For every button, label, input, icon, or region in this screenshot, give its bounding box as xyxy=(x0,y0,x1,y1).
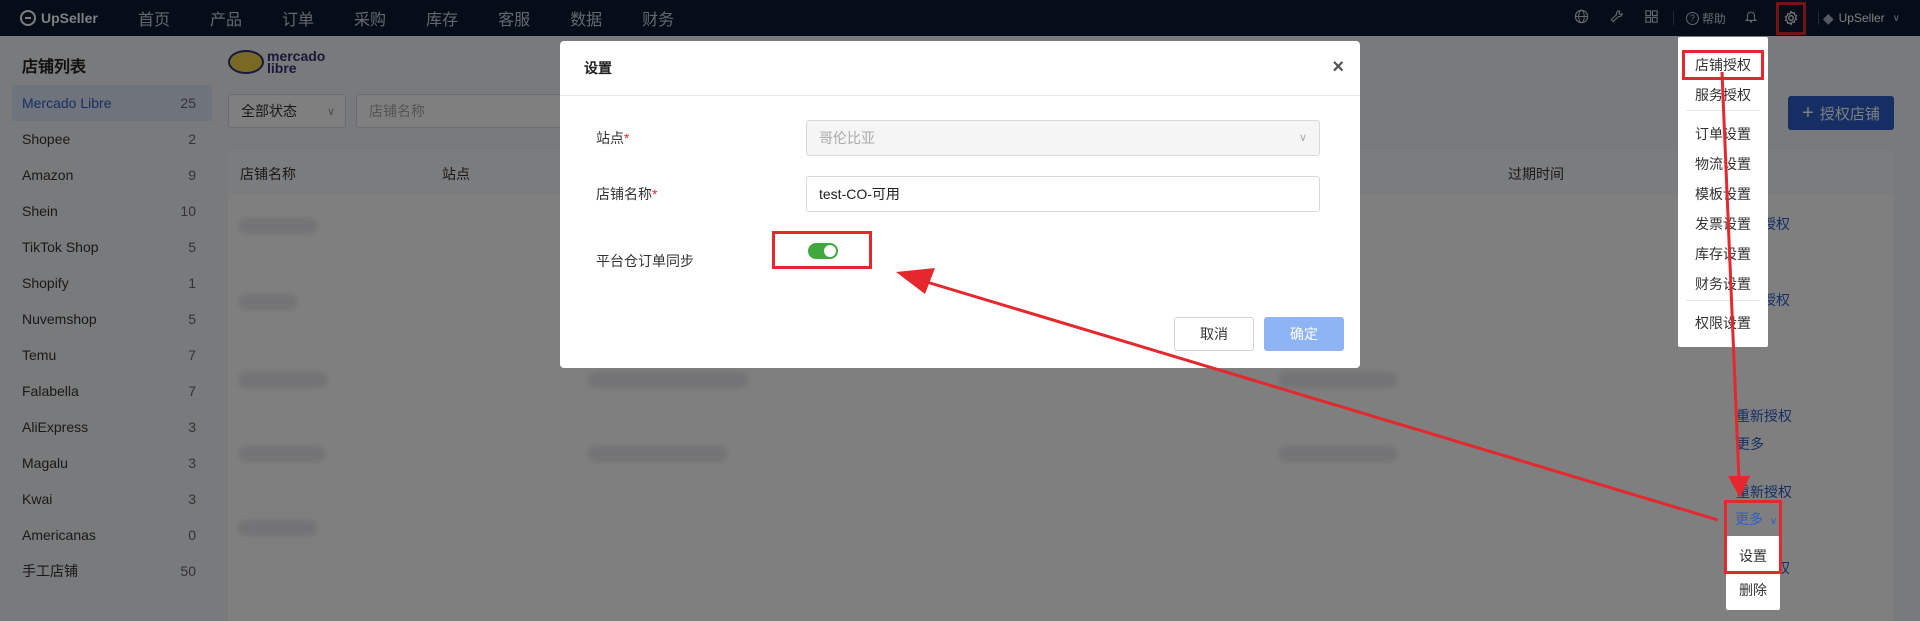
menu-service-authorization[interactable]: 服务授权 xyxy=(1678,85,1768,105)
confirm-button[interactable]: 确定 xyxy=(1264,317,1344,351)
menu-finance-settings[interactable]: 财务设置 xyxy=(1678,274,1768,294)
settings-dropdown: 店铺授权 服务授权 订单设置 物流设置 模板设置 发票设置 库存设置 财务设置 … xyxy=(1678,37,1768,347)
modal-header: 设置 × xyxy=(560,41,1360,96)
store-name-label: 店铺名称* xyxy=(596,184,806,204)
site-value: 哥伦比亚 xyxy=(819,130,875,146)
menu-template-settings[interactable]: 模板设置 xyxy=(1678,184,1768,204)
site-select: 哥伦比亚 ∨ xyxy=(806,120,1320,156)
site-row: 站点* 哥伦比亚 ∨ xyxy=(596,120,1320,156)
close-icon[interactable]: × xyxy=(1332,57,1344,77)
menu-order-settings[interactable]: 订单设置 xyxy=(1678,124,1768,144)
store-name-label-text: 店铺名称 xyxy=(596,186,652,202)
store-name-row: 店铺名称* test-CO-可用 xyxy=(596,176,1320,212)
required-mark: * xyxy=(652,186,658,202)
menu-logistics-settings[interactable]: 物流设置 xyxy=(1678,154,1768,174)
cancel-button[interactable]: 取消 xyxy=(1174,317,1254,351)
menu-divider xyxy=(1686,110,1760,111)
menu-inventory-settings[interactable]: 库存设置 xyxy=(1678,244,1768,264)
chevron-down-icon: ∨ xyxy=(1298,132,1307,144)
menu-delete[interactable]: 删除 xyxy=(1726,580,1780,600)
required-mark: * xyxy=(624,130,630,146)
site-label-text: 站点 xyxy=(596,130,624,146)
settings-modal: 设置 × 站点* 哥伦比亚 ∨ 店铺名称* test-CO-可用 平台仓订单同步… xyxy=(560,41,1360,368)
modal-title: 设置 xyxy=(584,60,612,76)
site-label: 站点* xyxy=(596,128,806,148)
platform-warehouse-sync-toggle[interactable] xyxy=(808,243,838,259)
store-name-input[interactable]: test-CO-可用 xyxy=(806,176,1320,212)
menu-store-authorization[interactable]: 店铺授权 xyxy=(1678,55,1768,75)
menu-permission-settings[interactable]: 权限设置 xyxy=(1678,313,1768,333)
annotation-highlight-box xyxy=(1724,500,1782,574)
menu-invoice-settings[interactable]: 发票设置 xyxy=(1678,214,1768,234)
menu-divider xyxy=(1686,300,1760,301)
